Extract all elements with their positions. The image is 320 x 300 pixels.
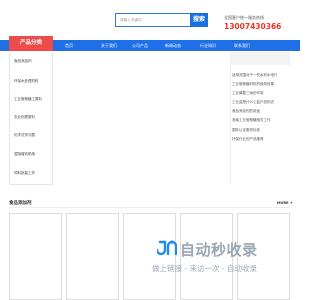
nav-item-news[interactable]: 新闻动态	[165, 40, 181, 51]
news-item[interactable]: 食品添加剂的用途	[232, 109, 260, 114]
more-link[interactable]: MORE +	[277, 201, 293, 205]
category-item[interactable]: 工业葡萄糖工原料	[14, 97, 42, 102]
news-item[interactable]: 工业磷酸三钠的作用	[232, 91, 264, 96]
nav-item-about[interactable]: 关于我们	[101, 40, 117, 51]
watermark-title: 自动秒收录	[180, 241, 258, 259]
category-item[interactable]: 化学试剂与酸	[14, 133, 35, 138]
news-item[interactable]: 环保行业的产品推荐	[232, 137, 264, 142]
nav-item-home[interactable]: 首页	[65, 40, 73, 51]
category-item[interactable]: 湿阻增效助用	[14, 152, 35, 157]
nav-item-products[interactable]: 公司产品	[132, 40, 148, 51]
news-item[interactable]: 国际认证服务标准	[232, 128, 260, 133]
news-item[interactable]: 工业葡萄糖材料的使用效果	[232, 82, 274, 87]
news-item[interactable]: 工业盐是什么上盐产品知识	[232, 100, 274, 105]
product-card[interactable]	[66, 213, 119, 300]
search-button[interactable]: 搜索	[190, 13, 208, 27]
category-title: 产品分类	[9, 36, 53, 51]
section-title: 食品添加剂	[9, 201, 32, 206]
banner-area	[58, 51, 226, 185]
news-item[interactable]: 适用范围对于一些水利水电行	[232, 73, 278, 78]
nav-item-contact[interactable]: 联系我们	[234, 40, 250, 51]
search-input[interactable]: 请输入关键词	[115, 13, 194, 27]
nav-item-knowledge[interactable]: 行业知识	[200, 40, 216, 51]
news-item[interactable]: 淮南工业葡萄糖相关工作	[232, 118, 271, 123]
news-panel-header	[230, 52, 290, 65]
watermark-slogan: 做上链接 - 来访一次 - 自动收录	[152, 264, 257, 273]
product-card[interactable]	[9, 213, 62, 300]
category-item[interactable]: 农业化肥原料	[14, 115, 35, 120]
hotline-number: 13007430366	[224, 22, 282, 31]
watermark-logo-icon	[157, 240, 177, 256]
category-item[interactable]: 环保水处理材料	[14, 79, 39, 84]
hotline-label: 全国客户统一服务热线	[224, 15, 264, 20]
category-item[interactable]: 饲料批量工作	[14, 171, 35, 176]
section-divider	[9, 207, 290, 208]
category-item[interactable]: 食品添加剂	[14, 59, 32, 64]
